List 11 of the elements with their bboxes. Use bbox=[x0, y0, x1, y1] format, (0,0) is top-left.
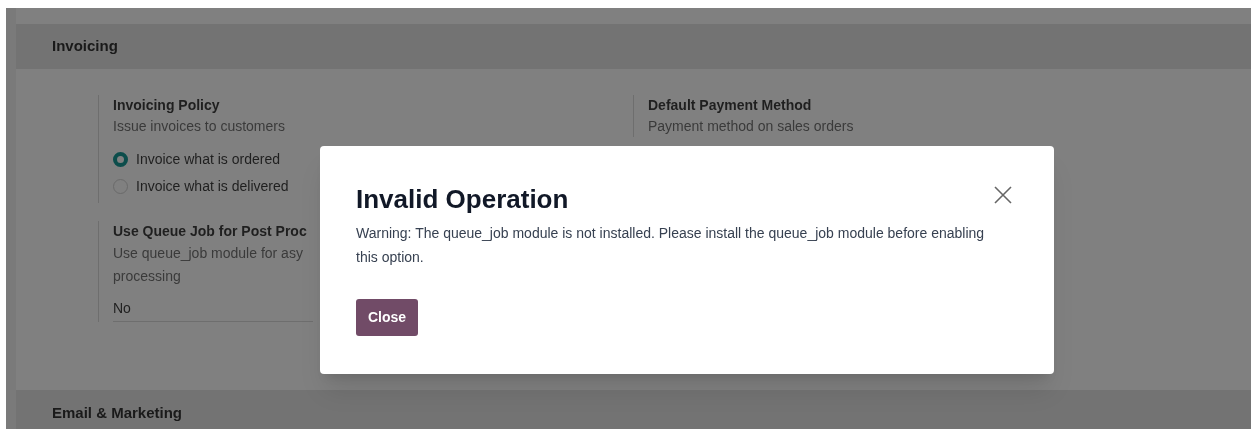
dialog-message: Warning: The queue_job module is not installed. Please install the queue_job module before enabling this option. bbox=[356, 224, 986, 267]
setting-title: Use Queue Job for Post Proc bbox=[113, 222, 307, 241]
setting-title: Invoicing Policy bbox=[113, 96, 221, 115]
setting-description: Payment method on sales orders bbox=[648, 117, 854, 136]
section-title: Invoicing bbox=[52, 36, 118, 57]
setting-description: Issue invoices to customers bbox=[113, 117, 286, 136]
setting-title: Default Payment Method bbox=[648, 96, 813, 115]
setting-description: Use queue_job module for asy bbox=[113, 244, 303, 263]
dialog-title: Invalid Operation bbox=[356, 183, 569, 216]
section-title: Email & Marketing bbox=[52, 402, 183, 423]
setting-description: processing bbox=[113, 267, 181, 286]
